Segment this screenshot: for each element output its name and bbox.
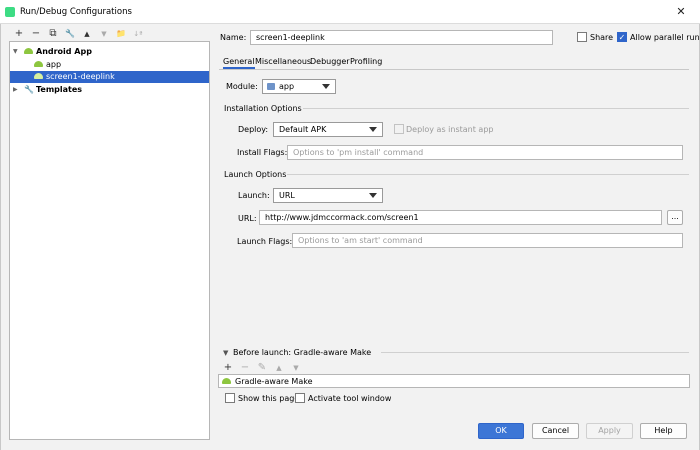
- deploy-value: Default APK: [279, 125, 327, 134]
- allow-parallel-label: Allow parallel run: [630, 33, 700, 42]
- close-icon[interactable]: ✕: [662, 0, 700, 24]
- help-button[interactable]: Help: [640, 423, 687, 439]
- edit-task-icon[interactable]: ✎: [256, 362, 268, 374]
- window-border: [0, 24, 1, 450]
- tree-item-label: screen1-deeplink: [46, 72, 115, 81]
- before-launch-task-list[interactable]: Gradle-aware Make: [218, 374, 690, 388]
- configurations-toolbar: + − ⧉ 🔧 ▲ ▼ 📁 ↓ª: [0, 26, 210, 42]
- tab-profiling[interactable]: Profiling: [350, 55, 382, 69]
- add-icon[interactable]: +: [13, 28, 25, 40]
- tab-separator: [219, 69, 689, 70]
- activate-tool-window-checkbox[interactable]: [295, 393, 305, 403]
- tree-item-label: Android App: [36, 47, 92, 56]
- deploy-dropdown[interactable]: Default APK: [273, 122, 383, 137]
- move-task-down-icon[interactable]: ▼: [290, 362, 302, 374]
- before-launch-heading: Before launch: Gradle-aware Make: [233, 348, 372, 357]
- chevron-down-icon: [369, 127, 377, 132]
- tab-general[interactable]: General: [223, 55, 255, 69]
- url-label: URL:: [238, 214, 257, 223]
- tree-item-label: Templates: [36, 85, 83, 94]
- name-input[interactable]: screen1-deeplink: [250, 30, 553, 45]
- module-value: app: [279, 82, 295, 91]
- tree-item-label: app: [46, 60, 62, 69]
- wrench-icon[interactable]: 🔧: [64, 28, 76, 40]
- share-label: Share: [590, 33, 614, 42]
- url-input[interactable]: http://www.jdmccormack.com/screen1: [259, 210, 662, 225]
- tree-item-screen1-deeplink[interactable]: screen1-deeplink: [10, 71, 209, 83]
- module-dropdown[interactable]: app: [262, 79, 336, 94]
- move-task-up-icon[interactable]: ▲: [273, 362, 285, 374]
- deploy-instant-label: Deploy as instant app: [406, 125, 494, 134]
- browse-url-button[interactable]: ...: [667, 210, 683, 225]
- folder-icon[interactable]: 📁: [115, 28, 127, 40]
- allow-parallel-checkbox[interactable]: ✓: [617, 32, 627, 42]
- cancel-button[interactable]: Cancel: [532, 423, 579, 439]
- chevron-down-icon: [322, 84, 330, 89]
- apply-button[interactable]: Apply: [586, 423, 633, 439]
- add-task-icon[interactable]: +: [222, 362, 234, 374]
- gradle-icon: [222, 378, 231, 384]
- android-studio-icon: [5, 7, 15, 17]
- collapse-arrow-icon[interactable]: ▼: [223, 349, 228, 357]
- android-icon: [24, 48, 33, 54]
- remove-icon[interactable]: −: [30, 28, 42, 40]
- launch-value: URL: [279, 191, 295, 200]
- deploy-label: Deploy:: [238, 125, 269, 134]
- configurations-tree[interactable]: ▼ Android App app screen1-deeplink ▶ 🔧 T…: [9, 41, 210, 440]
- launch-flags-label: Launch Flags:: [237, 237, 293, 246]
- chevron-down-icon: [369, 193, 377, 198]
- expand-arrow-icon[interactable]: ▶: [13, 84, 18, 96]
- tab-debugger[interactable]: Debugger: [310, 55, 350, 69]
- module-label: Module:: [226, 82, 258, 91]
- sort-icon[interactable]: ↓ª: [132, 28, 144, 40]
- tree-item-app[interactable]: app: [10, 59, 209, 71]
- section-divider: [303, 108, 689, 109]
- android-icon: [34, 73, 43, 79]
- activate-tool-window-label: Activate tool window: [308, 394, 392, 403]
- installation-options-heading: Installation Options: [224, 104, 302, 113]
- remove-task-icon[interactable]: −: [239, 362, 251, 374]
- launch-dropdown[interactable]: URL: [273, 188, 383, 203]
- ok-button[interactable]: OK: [478, 423, 524, 439]
- launch-label: Launch:: [238, 191, 270, 200]
- android-icon: [34, 61, 43, 67]
- show-page-label: Show this page: [238, 394, 300, 403]
- launch-flags-input[interactable]: Options to 'am start' command: [292, 233, 683, 248]
- show-page-checkbox[interactable]: [225, 393, 235, 403]
- name-label: Name:: [220, 33, 247, 42]
- expand-arrow-icon[interactable]: ▼: [13, 46, 18, 58]
- copy-icon[interactable]: ⧉: [47, 28, 59, 40]
- launch-options-heading: Launch Options: [224, 170, 287, 179]
- window-title: Run/Debug Configurations: [20, 7, 132, 17]
- share-checkbox[interactable]: [577, 32, 587, 42]
- module-folder-icon: [267, 83, 275, 90]
- deploy-instant-checkbox[interactable]: [394, 124, 404, 134]
- tree-item-templates[interactable]: ▶ 🔧 Templates: [10, 84, 209, 96]
- tab-miscellaneous[interactable]: Miscellaneous: [255, 55, 311, 69]
- wrench-icon: 🔧: [24, 85, 34, 94]
- install-flags-label: Install Flags:: [237, 148, 288, 157]
- tree-item-android-app[interactable]: ▼ Android App: [10, 46, 209, 58]
- task-gradle-aware-make[interactable]: Gradle-aware Make: [235, 376, 313, 387]
- install-flags-input[interactable]: Options to 'pm install' command: [287, 145, 683, 160]
- move-up-icon[interactable]: ▲: [81, 28, 93, 40]
- section-divider: [381, 352, 689, 353]
- section-divider: [287, 174, 689, 175]
- move-down-icon[interactable]: ▼: [98, 28, 110, 40]
- title-bar: Run/Debug Configurations ✕: [0, 0, 700, 24]
